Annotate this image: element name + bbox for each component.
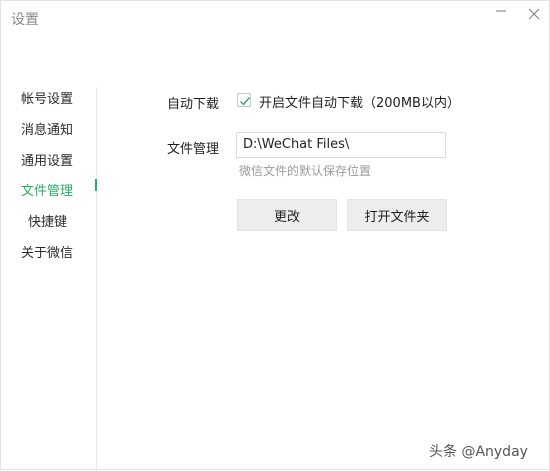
sidebar-item-about[interactable]: 关于微信 — [1, 239, 97, 263]
sidebar-divider — [96, 87, 97, 471]
sidebar-item-label: 快捷键 — [28, 215, 68, 230]
close-icon — [528, 8, 540, 20]
minimize-icon — [496, 10, 506, 12]
sidebar-item-label: 消息通知 — [21, 123, 74, 138]
change-button[interactable]: 更改 — [237, 199, 337, 231]
file-management-label: 文件管理 — [167, 142, 220, 157]
auto-download-label: 自动下载 — [167, 97, 220, 112]
file-path-field[interactable]: D:\WeChat Files\ — [236, 132, 446, 158]
active-indicator — [95, 179, 97, 191]
window-title: 设置 — [11, 12, 39, 28]
sidebar-item-label: 帐号设置 — [21, 92, 74, 107]
watermark: 头条 @Anyday — [429, 444, 528, 460]
sidebar-item-shortcuts[interactable]: 快捷键 — [1, 208, 97, 232]
file-path-value: D:\WeChat Files\ — [243, 137, 350, 152]
sidebar-item-label: 文件管理 — [21, 184, 74, 199]
sidebar-item-label: 关于微信 — [21, 246, 74, 261]
open-folder-button[interactable]: 打开文件夹 — [347, 199, 447, 231]
sidebar-item-account[interactable]: 帐号设置 — [1, 85, 97, 109]
file-path-hint: 微信文件的默认保存位置 — [239, 164, 372, 178]
sidebar-item-general[interactable]: 通用设置 — [1, 147, 97, 171]
close-button[interactable] — [524, 4, 544, 24]
auto-download-checkbox[interactable] — [237, 93, 251, 107]
sidebar-item-notifications[interactable]: 消息通知 — [1, 116, 97, 140]
auto-download-checkbox-label[interactable]: 开启文件自动下载（200MB以内） — [259, 92, 460, 111]
minimize-button[interactable] — [491, 1, 511, 21]
settings-sidebar: 帐号设置 消息通知 通用设置 文件管理 快捷键 关于微信 — [1, 81, 97, 471]
sidebar-item-label: 通用设置 — [21, 154, 74, 169]
settings-window: 设置 帐号设置 消息通知 通用设置 文件管理 快捷键 关于微信 自动下载 开启文… — [0, 0, 550, 471]
sidebar-item-file-management[interactable]: 文件管理 — [1, 177, 97, 201]
checkmark-icon — [240, 97, 251, 106]
